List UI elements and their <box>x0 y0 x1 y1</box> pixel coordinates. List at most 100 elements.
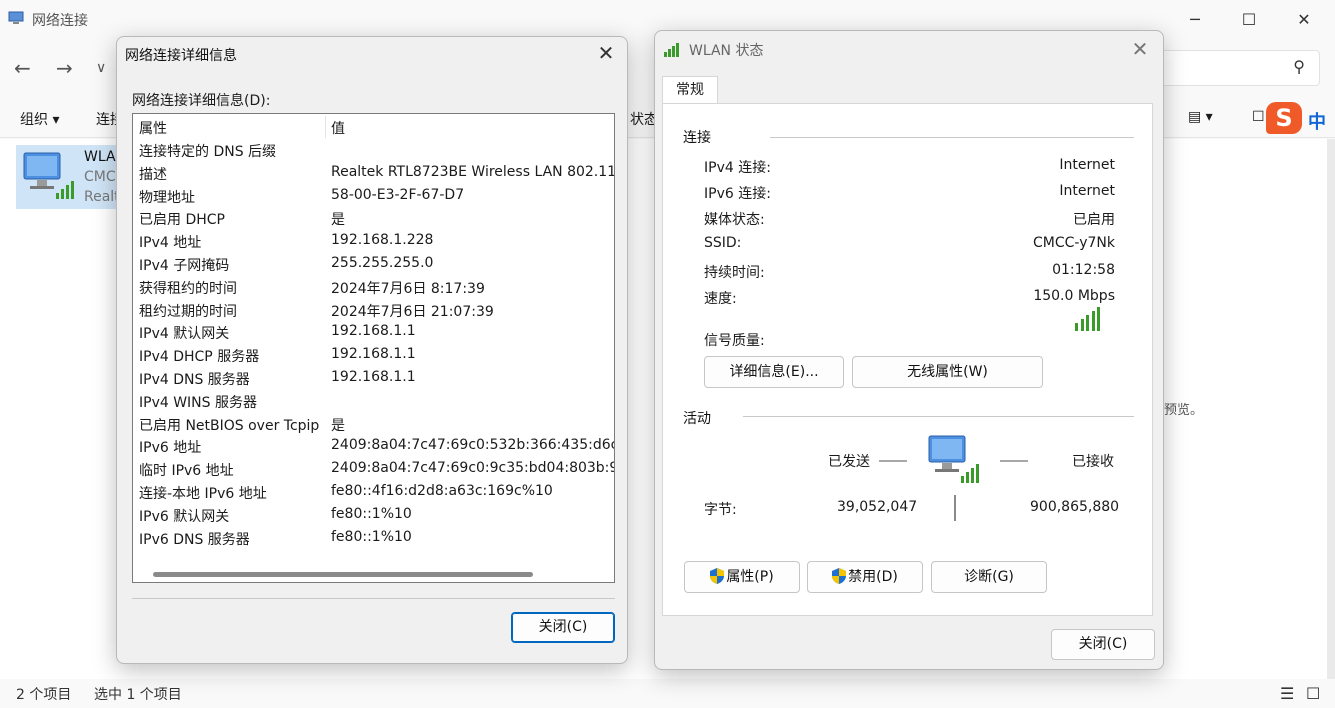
properties-label: 属性(P) <box>726 569 774 585</box>
tab-general[interactable]: 常规 <box>662 76 718 104</box>
network-activity-icon <box>928 435 979 483</box>
signal-bar <box>1086 315 1089 331</box>
vertical-scrollbar[interactable] <box>1327 139 1335 679</box>
diagnose-button[interactable]: 诊断(G) <box>931 561 1047 593</box>
property-cell: 已启用 NetBIOS over Tcpip <box>139 417 320 434</box>
list-header: 属性 值 <box>133 116 614 139</box>
list-item[interactable]: 租约过期的时间 2024年7月6日 21:07:39 <box>133 299 614 322</box>
list-item[interactable]: IPv4 默认网关 192.168.1.1 <box>133 321 614 344</box>
general-tab-panel: 连接 信号质量: 详细信息(E)... 无线属性(W) 活动 已发送 已接收 字… <box>662 103 1153 616</box>
wlan-connection-item[interactable]: WLA CMC Realt <box>16 145 122 209</box>
field-value: Internet <box>1059 183 1115 199</box>
selected-count: 选中 1 个项目 <box>94 687 182 703</box>
close-window-button[interactable]: ✕ <box>1281 6 1327 34</box>
value-cell: 2024年7月6日 21:07:39 <box>331 303 494 320</box>
wireless-properties-button[interactable]: 无线属性(W) <box>852 356 1043 388</box>
organize-menu[interactable]: 组织 ▾ <box>20 109 59 129</box>
details-list[interactable]: 属性 值 连接特定的 DNS 后缀描述 Realtek RTL8723BE Wir… <box>132 113 615 583</box>
uac-shield-icon <box>832 568 847 584</box>
list-item[interactable]: 物理地址 58-00-E3-2F-67-D7 <box>133 185 614 208</box>
property-column-header[interactable]: 属性 <box>139 118 167 138</box>
field-label: IPv6 连接: <box>704 186 771 202</box>
search-icon[interactable]: ⚲ <box>1293 57 1305 76</box>
signal-bar <box>1080 319 1084 331</box>
details-close-button[interactable]: 关闭(C) <box>511 612 615 643</box>
preview-pane-icon[interactable]: ☐ <box>1252 109 1265 125</box>
forward-arrow-icon[interactable]: → <box>56 56 73 80</box>
value-cell: 58-00-E3-2F-67-D7 <box>331 186 465 203</box>
signal-quality-label: 信号质量: <box>704 333 765 349</box>
property-cell: IPv4 子网掩码 <box>139 258 230 274</box>
connection-name: WLA <box>84 149 116 165</box>
minimize-button[interactable]: ─ <box>1172 6 1218 34</box>
sogou-ime-logo[interactable]: S <box>1266 102 1302 134</box>
signal-bar <box>1075 323 1078 331</box>
details-list-label: 网络连接详细信息(D): <box>132 93 271 109</box>
list-item[interactable]: 连接特定的 DNS 后缀 <box>133 139 614 162</box>
search-box[interactable]: ⚲ <box>1160 50 1320 86</box>
list-item[interactable]: IPv6 DNS 服务器 fe80::1%10 <box>133 527 614 550</box>
sent-line <box>879 460 907 462</box>
change-view-icon[interactable]: ▤ ▾ <box>1188 109 1213 125</box>
value-cell: fe80::1%10 <box>331 528 412 545</box>
wireless-adapter-icon <box>23 152 74 199</box>
maximize-button[interactable]: ☐ <box>1226 6 1272 34</box>
list-item[interactable]: IPv6 地址 2409:8a04:7c47:69c0:532b:366:435:… <box>133 435 614 458</box>
wlan-close-button[interactable]: 关闭(C) <box>1051 629 1155 660</box>
property-cell: IPv4 DNS 服务器 <box>139 372 250 388</box>
property-cell: 租约过期的时间 <box>139 303 237 320</box>
list-item[interactable]: IPv4 WINS 服务器 <box>133 390 614 413</box>
list-item[interactable]: IPv4 子网掩码 255.255.255.0 <box>133 253 614 276</box>
properties-button[interactable]: 属性(P) <box>684 561 800 593</box>
connection-group-label: 连接 <box>683 130 711 146</box>
property-cell: 描述 <box>139 166 167 183</box>
column-divider[interactable] <box>325 116 326 138</box>
list-item[interactable]: 已启用 DHCP 是 <box>133 207 614 230</box>
list-item[interactable]: 已启用 NetBIOS over Tcpip 是 <box>133 413 614 436</box>
list-item[interactable]: IPv4 地址 192.168.1.228 <box>133 230 614 253</box>
item-count: 2 个项目 <box>16 687 72 703</box>
bytes-received-value: 900,865,880 <box>1030 499 1120 515</box>
property-cell: 已启用 DHCP <box>139 212 225 229</box>
value-column-header[interactable]: 值 <box>331 118 614 138</box>
details-view-icon[interactable]: ☰ <box>1280 684 1294 703</box>
property-cell: 临时 IPv6 地址 <box>139 463 234 480</box>
value-cell: 192.168.1.228 <box>331 232 434 249</box>
details-button[interactable]: 详细信息(E)... <box>704 356 844 388</box>
field-value: Internet <box>1059 157 1115 173</box>
list-item[interactable]: 获得租约的时间 2024年7月6日 8:17:39 <box>133 276 614 299</box>
property-cell: IPv4 地址 <box>139 235 202 252</box>
field-label: 媒体状态: <box>704 212 765 228</box>
property-cell: 物理地址 <box>139 189 195 206</box>
value-cell: 192.168.1.1 <box>331 346 416 363</box>
value-cell: 是 <box>331 212 345 229</box>
ime-mode-indicator[interactable]: 中 <box>1308 108 1326 134</box>
list-item[interactable]: IPv4 DNS 服务器 192.168.1.1 <box>133 367 614 390</box>
list-item[interactable]: 连接-本地 IPv6 地址 fe80::4f16:d2d8:a63c:169c%1… <box>133 481 614 504</box>
value-cell: 2024年7月6日 8:17:39 <box>331 280 485 297</box>
list-item[interactable]: 描述 Realtek RTL8723BE Wireless LAN 802.11n <box>133 162 614 185</box>
list-item[interactable]: IPv6 默认网关 fe80::1%10 <box>133 504 614 527</box>
scrollbar-thumb[interactable] <box>153 572 533 577</box>
recent-dropdown-icon[interactable]: ∨ <box>96 60 106 76</box>
back-arrow-icon[interactable]: ← <box>14 56 31 80</box>
close-icon[interactable]: ✕ <box>1129 38 1151 60</box>
disable-button[interactable]: 禁用(D) <box>807 561 923 593</box>
list-item[interactable]: 临时 IPv6 地址 2409:8a04:7c47:69c0:9c35:bd04:… <box>133 458 614 481</box>
property-cell: 连接-本地 IPv6 地址 <box>139 486 267 502</box>
value-cell: fe80::1%10 <box>331 505 412 522</box>
group-divider <box>770 137 1134 138</box>
disable-label: 禁用(D) <box>848 569 898 585</box>
field-value: 150.0 Mbps <box>1033 288 1115 304</box>
value-cell: Realtek RTL8723BE Wireless LAN 802.11n <box>331 163 614 180</box>
group-divider <box>743 416 1134 417</box>
uac-shield-icon <box>710 568 725 584</box>
horizontal-scrollbar[interactable] <box>133 566 614 582</box>
value-cell: fe80::4f16:d2d8:a63c:169c%10 <box>331 483 553 499</box>
close-icon[interactable]: ✕ <box>595 42 617 64</box>
list-item[interactable]: IPv4 DHCP 服务器 192.168.1.1 <box>133 344 614 367</box>
bytes-label: 字节: <box>704 502 737 518</box>
tiles-view-icon[interactable]: ☐ <box>1306 684 1320 703</box>
value-cell: 2409:8a04:7c47:69c0:532b:366:435:d6cd <box>331 437 614 454</box>
value-cell: 2409:8a04:7c47:69c0:9c35:bd04:803b:9a <box>331 460 614 477</box>
